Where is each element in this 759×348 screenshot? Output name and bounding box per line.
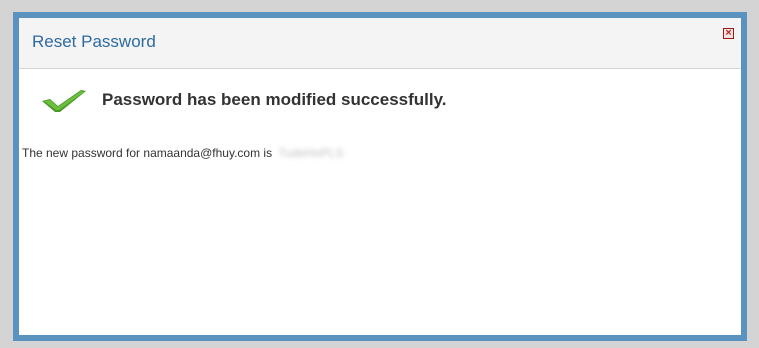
success-message: Password has been modified successfully. [102, 90, 447, 109]
new-password-label: The new password for namaanda@fhuy.com i… [22, 146, 273, 160]
reset-password-dialog: Reset Password × Password has been modif… [13, 12, 747, 341]
dialog-header: Reset Password × [19, 18, 741, 69]
dialog-title: Reset Password [32, 32, 156, 51]
new-password-value: TudeHoPLS [278, 146, 344, 160]
close-icon[interactable]: × [723, 28, 734, 39]
new-password-line: The new password for namaanda@fhuy.com i… [22, 145, 343, 161]
checkmark-icon [42, 90, 86, 112]
